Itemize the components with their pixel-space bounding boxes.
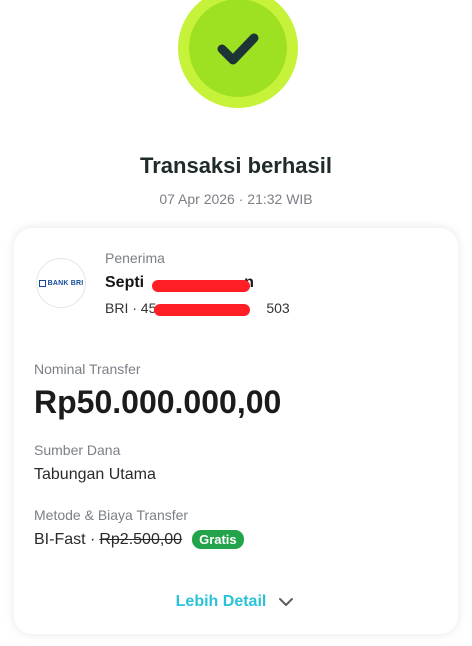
bank-logo: BANK BRI [36, 258, 86, 308]
success-indicator [178, 0, 298, 108]
source-value: Tabungan Utama [34, 466, 156, 483]
free-badge: Gratis [192, 530, 244, 549]
redaction-name [152, 280, 250, 292]
page-title: Transaksi berhasil [140, 153, 332, 178]
more-detail-label: Lebih Detail [175, 593, 267, 610]
original-fee: Rp2.500,00 [99, 530, 183, 548]
redaction-account [154, 304, 250, 316]
nominal-label: Nominal Transfer [34, 361, 141, 377]
source-label: Sumber Dana [34, 442, 121, 458]
success-indicator-inner [189, 0, 287, 97]
transfer-amount: Rp50.000.000,00 [34, 384, 282, 420]
recipient-label: Penerima [105, 250, 165, 266]
transaction-card: BANK BRI Penerima Septin BRI · 45503 Nom… [14, 228, 458, 634]
chevron-down-icon [279, 598, 294, 606]
method-row: BI-Fast · Rp2.500,00 Gratis [34, 530, 244, 549]
account-prefix: BRI · 45 [105, 300, 157, 316]
recipient-name-visible: Septi [105, 274, 145, 291]
method-name: BI-Fast · [34, 530, 96, 548]
more-detail-button[interactable]: Lebih Detail [14, 592, 458, 612]
transaction-datetime: 07 Apr 2026 · 21:32 WIB [159, 191, 313, 207]
method-label: Metode & Biaya Transfer [34, 507, 189, 523]
bank-logo-mark: BANK BRI [38, 279, 84, 287]
checkmark-icon [217, 33, 259, 65]
bank-logo-text: BANK BRI [47, 279, 84, 287]
account-suffix: 503 [266, 300, 290, 316]
